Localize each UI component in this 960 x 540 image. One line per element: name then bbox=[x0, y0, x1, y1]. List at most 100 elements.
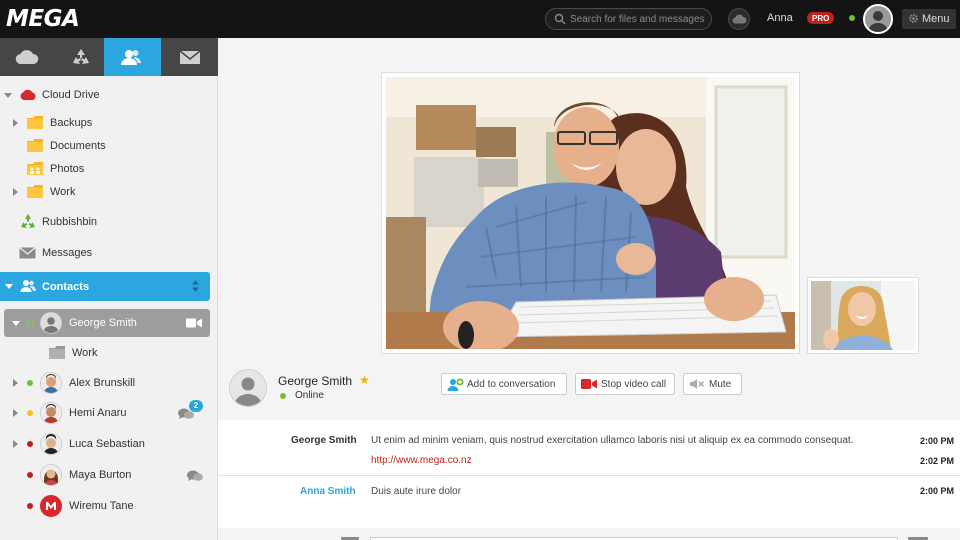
contact-avatar bbox=[40, 495, 62, 517]
tree-item-label: Photos bbox=[50, 163, 85, 175]
tree-item-work[interactable]: Work bbox=[0, 181, 218, 203]
contact-avatar bbox=[40, 372, 62, 394]
avatar-silhouette-icon bbox=[41, 313, 61, 333]
video-camera-icon[interactable] bbox=[186, 318, 202, 328]
avatar-face-icon bbox=[41, 403, 61, 423]
tree-item-rubbish-bin[interactable]: Rubbishbin bbox=[0, 211, 218, 233]
contacts-header-label: Contacts bbox=[42, 281, 90, 293]
message-time: 2:00 PM bbox=[920, 486, 955, 496]
expand-arrow-icon[interactable] bbox=[13, 379, 18, 387]
avatar-face-icon bbox=[41, 434, 61, 454]
avatar-silhouette-icon bbox=[865, 6, 891, 32]
search-box[interactable] bbox=[545, 8, 712, 30]
contact-folder-work[interactable]: Work bbox=[0, 342, 218, 364]
message-sender[interactable]: George Smith bbox=[291, 435, 357, 446]
collapse-arrow-icon[interactable] bbox=[12, 321, 20, 326]
sync-status-button[interactable] bbox=[728, 8, 750, 30]
folder-icon bbox=[27, 185, 43, 198]
expand-arrow-icon[interactable] bbox=[13, 409, 18, 417]
stop-video-call-button[interactable]: Stop video call bbox=[575, 373, 675, 395]
contact-item-george-smith[interactable]: George Smith bbox=[4, 309, 210, 337]
collapse-arrow-icon[interactable] bbox=[4, 93, 12, 98]
contact-name: Hemi Anaru bbox=[69, 407, 127, 419]
tab-messages[interactable] bbox=[163, 38, 217, 76]
away-status-dot bbox=[27, 410, 33, 416]
message-history: George Smith Ut enim ad minim veniam, qu… bbox=[218, 420, 960, 528]
folder-icon bbox=[27, 139, 43, 152]
self-video-preview[interactable] bbox=[807, 277, 919, 354]
add-to-conversation-button[interactable]: Add to conversation bbox=[441, 373, 567, 395]
tree-item-photos[interactable]: Photos bbox=[0, 158, 218, 180]
remote-video-frame bbox=[386, 77, 795, 353]
expand-arrow-icon[interactable] bbox=[13, 440, 18, 448]
message-time: 2:00 PM bbox=[920, 436, 955, 446]
contact-avatar bbox=[40, 312, 62, 334]
search-input[interactable] bbox=[570, 12, 708, 27]
tree-item-cloud-drive[interactable]: Cloud Drive bbox=[0, 84, 218, 106]
avatar-face-icon bbox=[41, 465, 61, 485]
contact-item-hemi-anaru[interactable]: Hemi Anaru 2 bbox=[0, 399, 218, 427]
online-status-dot bbox=[26, 319, 34, 327]
contact-item-alex-brunskill[interactable]: Alex Brunskill bbox=[0, 369, 218, 397]
message-text: Duis aute irure dolor bbox=[371, 486, 462, 497]
tab-contacts[interactable] bbox=[104, 38, 161, 76]
tree-item-label: Backups bbox=[50, 117, 93, 129]
composer-area bbox=[218, 528, 960, 540]
mute-label: Mute bbox=[709, 379, 732, 390]
contacts-section-header[interactable]: Contacts bbox=[0, 272, 210, 301]
cloud-icon bbox=[15, 50, 39, 65]
expand-arrow-icon[interactable] bbox=[13, 119, 18, 127]
tree-item-label: Documents bbox=[50, 140, 106, 152]
mega-logo[interactable]: MEGA bbox=[6, 6, 80, 32]
contacts-icon bbox=[20, 280, 37, 292]
unread-count-badge: 2 bbox=[189, 400, 203, 412]
contact-avatar bbox=[40, 433, 62, 455]
contact-item-luca-sebastian[interactable]: Luca Sebastian bbox=[0, 430, 218, 458]
tab-rubbish-bin[interactable] bbox=[54, 38, 108, 76]
contact-name: Maya Burton bbox=[69, 469, 132, 481]
chat-bubbles-icon[interactable] bbox=[187, 470, 203, 482]
tree-item-label: Rubbishbin bbox=[42, 216, 98, 228]
collapse-arrow-icon[interactable] bbox=[5, 284, 13, 289]
contact-item-maya-burton[interactable]: Maya Burton bbox=[0, 461, 218, 489]
tree-item-backups[interactable]: Backups bbox=[0, 112, 218, 134]
envelope-icon bbox=[19, 247, 36, 259]
speaker-muted-icon bbox=[690, 379, 705, 389]
main-panel: George Smith ★ Online Add to conversatio… bbox=[218, 38, 960, 540]
peer-avatar[interactable] bbox=[229, 369, 267, 407]
remote-video[interactable] bbox=[381, 72, 800, 354]
user-online-indicator bbox=[849, 15, 855, 21]
add-to-conversation-label: Add to conversation bbox=[467, 379, 556, 390]
pro-badge: PRO bbox=[807, 12, 835, 24]
folder-icon bbox=[27, 116, 43, 129]
contact-name: Luca Sebastian bbox=[69, 438, 145, 450]
self-video-frame bbox=[811, 281, 915, 350]
tree-item-label: Messages bbox=[42, 247, 93, 259]
message-link[interactable]: http://www.mega.co.nz bbox=[371, 455, 472, 466]
tree-item-documents[interactable]: Documents bbox=[0, 135, 218, 157]
user-avatar[interactable] bbox=[863, 4, 893, 34]
contacts-icon bbox=[121, 50, 141, 65]
sort-arrows-icon[interactable] bbox=[191, 279, 200, 293]
message-text: Ut enim ad minim veniam, quis nostrud ex… bbox=[371, 435, 854, 446]
cloud-icon bbox=[732, 14, 747, 24]
tree-item-label: Work bbox=[72, 347, 98, 359]
mute-button[interactable]: Mute bbox=[683, 373, 742, 395]
tree-item-label: Cloud Drive bbox=[42, 89, 100, 101]
folder-icon bbox=[49, 346, 65, 359]
message-divider bbox=[218, 475, 960, 476]
expand-arrow-icon[interactable] bbox=[13, 188, 18, 196]
recycle-icon bbox=[73, 49, 89, 64]
message-sender[interactable]: Anna Smith bbox=[300, 486, 356, 497]
online-status-dot bbox=[27, 380, 33, 386]
tree-item-messages[interactable]: Messages bbox=[0, 242, 218, 264]
tab-cloud-drive[interactable] bbox=[0, 38, 54, 76]
search-icon bbox=[554, 13, 566, 25]
favourite-star-icon[interactable]: ★ bbox=[359, 373, 370, 387]
contact-item-wiremu-tane[interactable]: Wiremu Tane bbox=[0, 492, 218, 520]
top-bar: MEGA Anna PRO Menu bbox=[0, 0, 960, 38]
tree-item-label: Work bbox=[50, 186, 76, 198]
menu-button[interactable]: Menu bbox=[902, 9, 956, 29]
envelope-icon bbox=[179, 50, 201, 64]
user-name[interactable]: Anna bbox=[767, 12, 793, 24]
